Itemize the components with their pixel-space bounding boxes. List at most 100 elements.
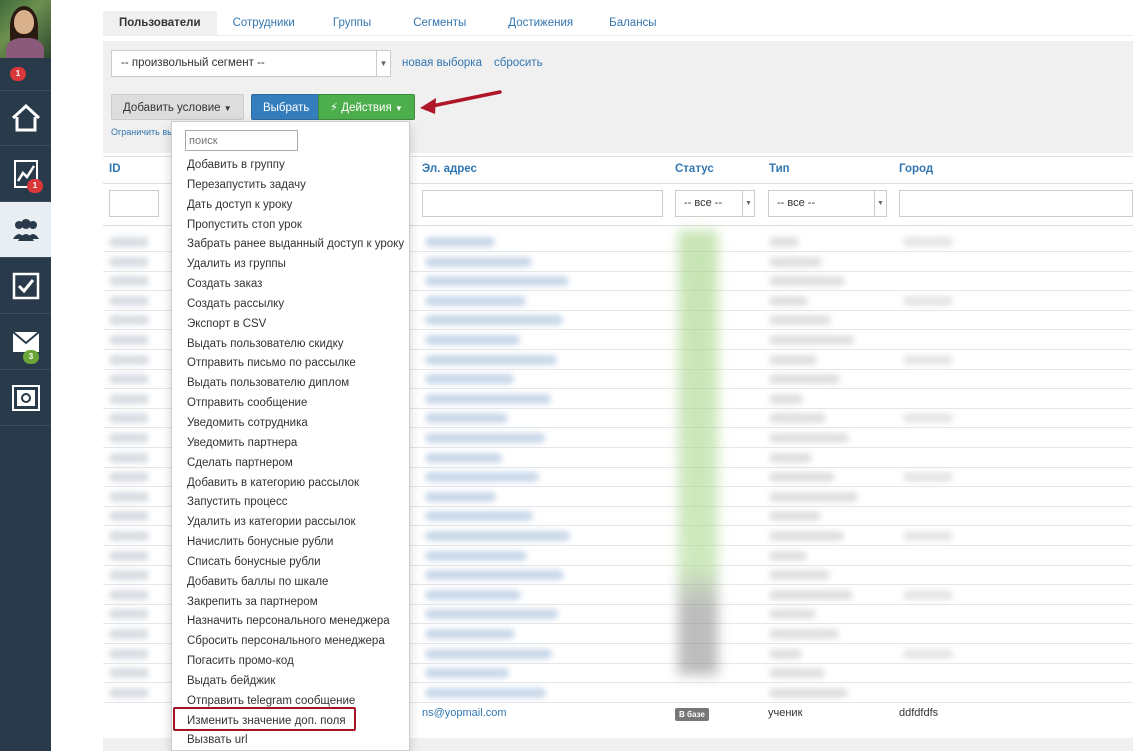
blurred-cell	[109, 570, 149, 581]
actions-menu-item[interactable]: Уведомить партнера	[172, 434, 409, 454]
blurred-cell	[425, 472, 539, 483]
blurred-cell	[109, 668, 149, 679]
blurred-cell	[769, 256, 822, 267]
blurred-cell	[425, 276, 569, 287]
blurred-cell	[425, 354, 557, 365]
blurred-cell	[903, 354, 953, 365]
email-filter-input[interactable]	[422, 190, 663, 217]
column-email[interactable]: Эл. адрес	[422, 163, 477, 175]
actions-menu-item[interactable]: Сбросить персонального менеджера	[172, 632, 409, 652]
tab-balances[interactable]: Балансы	[593, 11, 672, 35]
restrict-link[interactable]: Ограничить вы	[111, 127, 174, 137]
actions-menu-item[interactable]: Вызвать url	[172, 731, 409, 751]
actions-menu-item[interactable]: Создать рассылку	[172, 295, 409, 315]
blurred-cell	[109, 491, 149, 502]
highlight-box	[173, 707, 356, 731]
actions-menu-item[interactable]: Экспорт в CSV	[172, 315, 409, 335]
blurred-cell	[425, 629, 515, 639]
actions-menu-item[interactable]: Списать бонусные рубли	[172, 553, 409, 573]
blurred-cell	[425, 589, 521, 600]
actions-menu-item[interactable]: Забрать ранее выданный доступ к уроку	[172, 235, 409, 255]
blurred-cell	[109, 531, 149, 541]
blurred-cell	[769, 413, 826, 424]
actions-menu-item[interactable]: Добавить в группу	[172, 156, 409, 176]
sidebar-item-mail[interactable]: 3	[0, 314, 51, 370]
actions-menu-item[interactable]: Пропустить стоп урок	[172, 216, 409, 236]
blurred-cell	[109, 589, 149, 600]
blurred-cell	[769, 315, 831, 326]
actions-menu-item[interactable]: Погасить промо-код	[172, 652, 409, 672]
actions-menu-item[interactable]: Добавить баллы по шкале	[172, 573, 409, 593]
blurred-cell	[109, 687, 149, 698]
lightning-icon: ⚡	[330, 102, 339, 114]
actions-menu-item[interactable]: Закрепить за партнером	[172, 593, 409, 613]
blurred-cell	[425, 237, 495, 247]
reset-link[interactable]: сбросить	[494, 57, 543, 69]
tab-segments[interactable]: Сегменты	[397, 11, 482, 35]
new-selection-link[interactable]: новая выборка	[402, 57, 482, 69]
sidebar-item-home[interactable]	[0, 90, 51, 146]
actions-menu-item[interactable]: Удалить из группы	[172, 255, 409, 275]
actions-menu-item[interactable]: Сделать партнером	[172, 454, 409, 474]
blurred-cell	[109, 295, 149, 306]
actions-menu-item[interactable]: Назначить персонального менеджера	[172, 612, 409, 632]
city-filter-input[interactable]	[899, 190, 1133, 217]
sidebar-item-tasks[interactable]	[0, 258, 51, 314]
blurred-cell	[109, 256, 149, 267]
blurred-cell	[769, 648, 802, 659]
home-icon	[11, 104, 40, 132]
actions-menu-item[interactable]: Создать заказ	[172, 275, 409, 295]
blurred-cell	[109, 354, 149, 365]
tab-achievements[interactable]: Достижения	[492, 11, 589, 35]
actions-menu-item[interactable]: Перезапустить задачу	[172, 176, 409, 196]
blurred-cell	[109, 511, 149, 522]
column-id[interactable]: ID	[109, 163, 121, 175]
blurred-cell	[109, 550, 149, 561]
blurred-cell	[769, 589, 853, 600]
actions-menu-item[interactable]: Отправить сообщение	[172, 394, 409, 414]
blurred-cell	[769, 276, 845, 287]
id-filter-input[interactable]	[109, 190, 159, 217]
actions-menu-item[interactable]: Дать доступ к уроку	[172, 196, 409, 216]
blurred-cell	[425, 315, 563, 326]
tab-employees[interactable]: Сотрудники	[217, 11, 311, 35]
actions-menu-item[interactable]: Уведомить сотрудника	[172, 414, 409, 434]
row-email[interactable]: ns@yopmail.com	[422, 707, 507, 719]
blurred-cell	[769, 452, 812, 463]
blurred-cell	[425, 335, 520, 345]
blurred-cell	[425, 452, 502, 463]
actions-menu-item[interactable]: Выдать бейджик	[172, 672, 409, 692]
tab-users[interactable]: Пользователи	[103, 11, 217, 35]
blurred-cell	[109, 374, 149, 385]
actions-menu-item[interactable]: Выдать пользователю скидку	[172, 335, 409, 355]
actions-menu-item[interactable]: Удалить из категории рассылок	[172, 513, 409, 533]
blurred-cell	[425, 374, 514, 385]
blurred-cell	[109, 413, 149, 424]
column-status[interactable]: Статус	[675, 163, 714, 175]
add-condition-button[interactable]: Добавить условие ▼	[111, 94, 244, 120]
actions-menu-item[interactable]: Отправить письмо по рассылке	[172, 354, 409, 374]
blurred-cell	[769, 609, 816, 620]
blurred-cell	[109, 393, 149, 404]
select-button[interactable]: Выбрать	[251, 94, 322, 120]
actions-menu-item[interactable]: Выдать пользователю диплом	[172, 374, 409, 394]
type-filter-select[interactable]: -- все -- ▼	[768, 190, 887, 217]
status-column-blur	[678, 230, 718, 675]
column-type[interactable]: Тип	[769, 163, 790, 175]
segment-select[interactable]: -- произвольный сегмент -- ▼	[111, 50, 391, 77]
sidebar-item-users[interactable]	[0, 202, 51, 258]
sidebar-filler	[0, 432, 51, 751]
actions-menu-item[interactable]: Начислить бонусные рубли	[172, 533, 409, 553]
actions-search-input[interactable]	[185, 130, 298, 151]
actions-menu-item[interactable]: Добавить в категорию рассылок	[172, 474, 409, 494]
actions-menu-item[interactable]: Запустить процесс	[172, 493, 409, 513]
column-city[interactable]: Город	[899, 163, 933, 175]
sidebar-item-statistics[interactable]: 1	[0, 146, 51, 202]
status-filter-select[interactable]: -- все -- ▼	[675, 190, 755, 217]
actions-button[interactable]: ⚡ Действия ▼	[318, 94, 415, 120]
blurred-cell	[769, 687, 848, 698]
checkbox-icon	[12, 272, 39, 299]
avatar[interactable]	[0, 0, 51, 58]
tab-groups[interactable]: Группы	[317, 11, 387, 35]
sidebar-item-safe[interactable]	[0, 370, 51, 426]
